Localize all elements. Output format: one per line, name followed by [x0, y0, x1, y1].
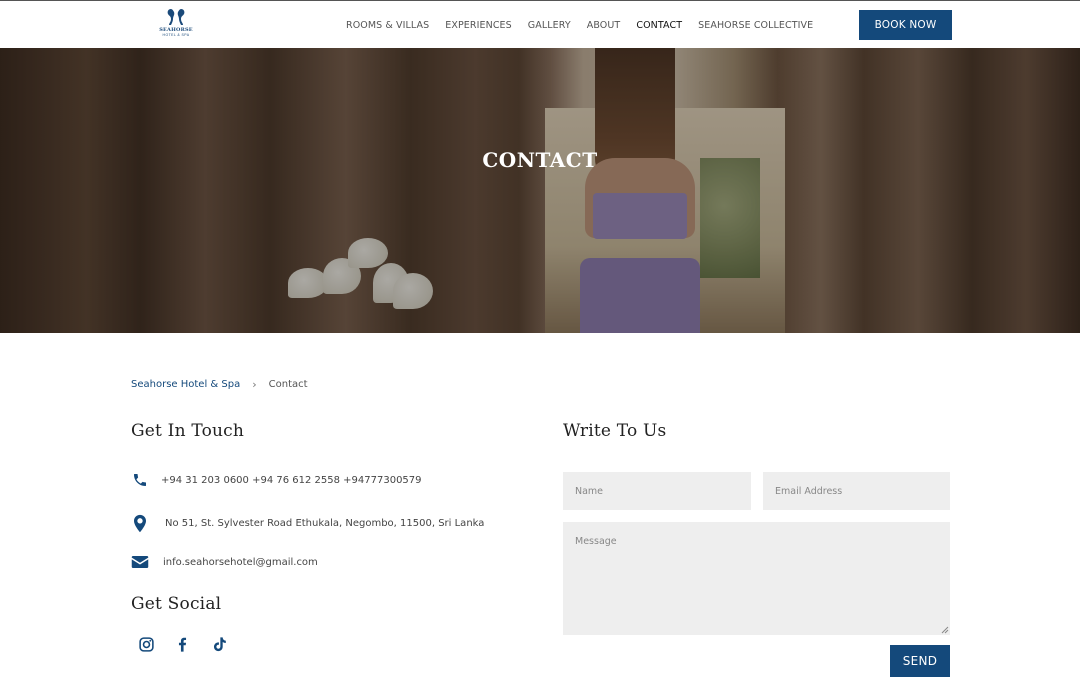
get-in-touch-heading: Get In Touch [131, 421, 245, 441]
facebook-icon [178, 637, 186, 652]
breadcrumb-current: Contact [268, 379, 308, 390]
tiktok-link[interactable] [208, 633, 230, 655]
map-pin-icon [131, 514, 149, 532]
main-nav: ROOMS & VILLAS EXPERIENCES GALLERY ABOUT… [346, 1, 829, 49]
contact-address-row: No 51, St. Sylvester Road Ethukala, Nego… [131, 514, 484, 532]
seahorse-logo[interactable]: SEAHORSE HOTEL & SPA [159, 7, 193, 43]
page-title: CONTACT [482, 148, 598, 172]
seahorse-icon [167, 9, 185, 25]
nav-seahorse-collective[interactable]: SEAHORSE COLLECTIVE [698, 20, 813, 31]
contact-email[interactable]: info.seahorsehotel@gmail.com [163, 557, 318, 568]
write-to-us-heading: Write To Us [563, 421, 667, 441]
name-input[interactable] [563, 472, 751, 510]
tiktok-icon [213, 636, 226, 651]
send-button[interactable]: SEND [890, 645, 950, 677]
resize-handle-icon[interactable] [941, 626, 949, 634]
book-now-button[interactable]: BOOK NOW [859, 10, 952, 40]
contact-phone-row: +94 31 203 0600 +94 76 612 2558 +9477730… [131, 471, 422, 489]
breadcrumb: Seahorse Hotel & Spa › Contact [131, 378, 308, 391]
facebook-link[interactable] [171, 633, 193, 655]
message-textarea[interactable] [563, 522, 950, 635]
contact-phone[interactable]: +94 31 203 0600 +94 76 612 2558 +9477730… [161, 475, 422, 486]
nav-contact[interactable]: CONTACT [636, 20, 682, 31]
contact-email-row: info.seahorsehotel@gmail.com [131, 553, 318, 571]
logo-subtitle: HOTEL & SPA [162, 33, 190, 37]
site-header: SEAHORSE HOTEL & SPA ROOMS & VILLAS EXPE… [0, 0, 1080, 48]
instagram-link[interactable] [135, 633, 157, 655]
hero-banner: CONTACT [0, 48, 1080, 333]
nav-experiences[interactable]: EXPERIENCES [445, 20, 512, 31]
nav-rooms-villas[interactable]: ROOMS & VILLAS [346, 20, 429, 31]
breadcrumb-separator: › [252, 378, 257, 391]
envelope-icon [131, 553, 149, 571]
breadcrumb-home-link[interactable]: Seahorse Hotel & Spa [131, 379, 240, 390]
contact-address: No 51, St. Sylvester Road Ethukala, Nego… [165, 517, 485, 529]
get-social-heading: Get Social [131, 594, 222, 614]
email-input[interactable] [763, 472, 950, 510]
phone-icon [131, 471, 149, 489]
nav-about[interactable]: ABOUT [587, 20, 621, 31]
nav-gallery[interactable]: GALLERY [528, 20, 571, 31]
instagram-icon [138, 636, 154, 652]
